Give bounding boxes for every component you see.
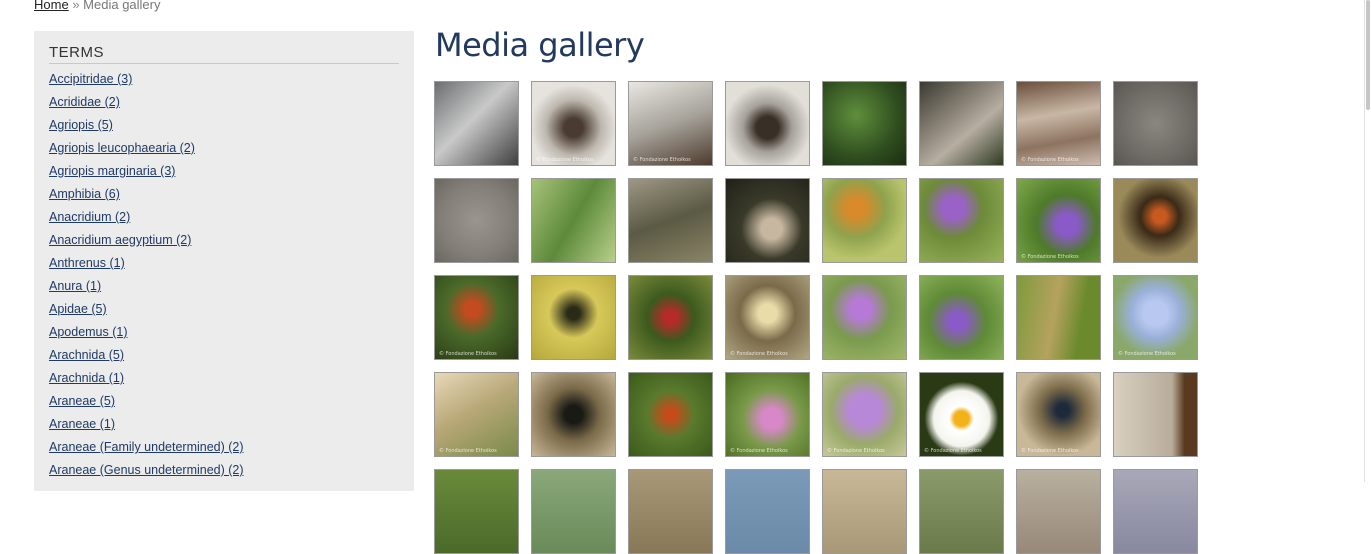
watermark-text: © Fondazione Ethoikos [1021,254,1079,260]
term-list-item: Anura (1) [49,279,244,302]
green-plant-thumb[interactable] [822,81,907,166]
term-list-item: Apodemus (1) [49,325,244,348]
term-list-item: Arachnida (1) [49,371,244,394]
term-list-item: Anacridium aegyptium (2) [49,233,244,256]
term-link[interactable]: Araneae (Genus undetermined) (2) [49,463,244,477]
term-list-item: Agriopis marginaria (3) [49,164,244,187]
breadcrumb: Home » Media gallery [34,0,161,12]
watermark-text: © Fondazione Ethoikos [633,157,691,163]
term-link[interactable]: Araneae (1) [49,417,115,431]
term-link[interactable]: Apidae (5) [49,302,107,316]
watermark-text: © Fondazione Ethoikos [730,351,788,357]
page-title: Media gallery [435,26,645,64]
owlfly-thumb[interactable] [531,275,616,360]
term-list-item: Araneae (5) [49,394,244,417]
term-link[interactable]: Apodemus (1) [49,325,128,339]
lizard-on-glass-thumb[interactable]: © Fondazione Ethoikos [531,81,616,166]
term-link[interactable]: Araneae (5) [49,394,115,408]
term-list-item: Araneae (Family undetermined) (2) [49,440,244,463]
purple-flower-thumb[interactable] [919,178,1004,263]
term-list: Accipitridae (3) Acrididae (2) Agriopis (5… [49,72,244,486]
page-scrollbar[interactable] [1364,0,1371,482]
term-list-item: Agriopis leucophaearia (2) [49,141,244,164]
butterfly-orange-thumb[interactable] [822,178,907,263]
term-link[interactable]: Agriopis leucophaearia (2) [49,141,195,155]
dung-beetle-thumb[interactable]: © Fondazione Ethoikos [1016,372,1101,457]
term-link[interactable]: Anthrenus (1) [49,256,125,270]
tiger-moth-thumb[interactable] [1113,178,1198,263]
stone-wall-thumb[interactable]: © Fondazione Ethoikos [1016,81,1101,166]
newt-on-glass-thumb[interactable] [725,81,810,166]
daisy-thumb[interactable]: © Fondazione Ethoikos [919,372,1004,457]
term-list-item: Anthrenus (1) [49,256,244,279]
term-link[interactable]: Acrididae (2) [49,95,120,109]
purple-flower-2-thumb[interactable]: © Fondazione Ethoikos [1016,178,1101,263]
term-link[interactable]: Anura (1) [49,279,101,293]
watermark-text: © Fondazione Ethoikos [1021,448,1079,454]
term-link[interactable]: Arachnida (1) [49,371,124,385]
scabious-wasp-thumb[interactable] [919,275,1004,360]
term-list-item: Agriopis (5) [49,118,244,141]
breadcrumb-separator: » [72,0,80,12]
watermark-text: © Fondazione Ethoikos [439,351,497,357]
watermark-text: © Fondazione Ethoikos [1118,351,1176,357]
terms-sidebar: TERMS Accipitridae (3) Acrididae (2) Agrio… [34,31,414,491]
watermark-text: © Fondazione Ethoikos [827,448,885,454]
newt-in-jar-thumb[interactable]: © Fondazione Ethoikos [628,81,713,166]
watermark-text: © Fondazione Ethoikos [536,157,594,163]
term-link[interactable]: Agriopis (5) [49,118,113,132]
watermark-text: © Fondazione Ethoikos [1021,157,1079,163]
term-list-item: Acrididae (2) [49,95,244,118]
term-list-item: Araneae (1) [49,417,244,440]
rabbit-thumb[interactable] [725,178,810,263]
scabious-beetle-thumb[interactable]: © Fondazione Ethoikos [822,372,907,457]
scabious-bee-thumb[interactable] [822,275,907,360]
breadcrumb-current: Media gallery [83,0,161,12]
spotted-moth-thumb[interactable] [531,372,616,457]
term-link[interactable]: Anacridium (2) [49,210,130,224]
term-link[interactable]: Arachnida (5) [49,348,124,362]
rock-thumb[interactable] [919,81,1004,166]
term-list-item: Anacridium (2) [49,210,244,233]
moth-on-window-thumb[interactable] [434,81,519,166]
term-link[interactable]: Amphibia (6) [49,187,120,201]
red-beetle-thumb[interactable]: © Fondazione Ethoikos [434,275,519,360]
watermark-text: © Fondazione Ethoikos [439,448,497,454]
dragonfly-thumb[interactable] [628,178,713,263]
term-link[interactable]: Araneae (Family undetermined) (2) [49,440,244,454]
breadcrumb-home-link[interactable]: Home [34,0,69,12]
beetle-leaf-thumb[interactable] [628,372,713,457]
term-list-item: Accipitridae (3) [49,72,244,95]
grey-moth-thumb[interactable] [1113,81,1198,166]
moth-on-wood-thumb[interactable] [1113,372,1198,457]
term-list-item: Apidae (5) [49,302,244,325]
term-link[interactable]: Anacridium aegyptium (2) [49,233,191,247]
term-list-item: Araneae (Genus undetermined) (2) [49,463,244,486]
swallowtail-thumb[interactable]: © Fondazione Ethoikos [725,275,810,360]
chicory-thumb[interactable]: © Fondazione Ethoikos [1113,275,1198,360]
burnet-moth-thumb[interactable] [628,275,713,360]
grasshopper-thumb[interactable]: © Fondazione Ethoikos [434,372,519,457]
brown-butterfly-thumb[interactable] [1016,275,1101,360]
terms-heading: TERMS [49,44,399,64]
term-list-item: Amphibia (6) [49,187,244,210]
watermark-text: © Fondazione Ethoikos [730,448,788,454]
term-list-item: Arachnida (5) [49,348,244,371]
term-link[interactable]: Accipitridae (3) [49,72,132,86]
pink-flower-thumb[interactable]: © Fondazione Ethoikos [725,372,810,457]
grass-insect-thumb[interactable] [531,178,616,263]
grey-moth-2-thumb[interactable] [434,178,519,263]
term-link[interactable]: Agriopis marginaria (3) [49,164,175,178]
scrollbar-thumb[interactable] [1366,0,1370,110]
watermark-text: © Fondazione Ethoikos [924,448,982,454]
